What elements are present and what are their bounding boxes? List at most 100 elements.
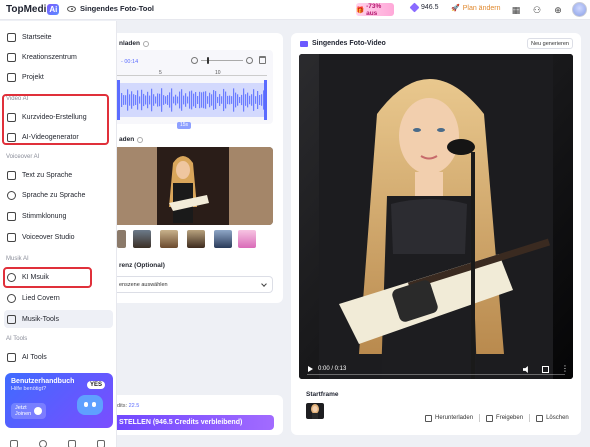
video-camera-icon [300, 40, 308, 47]
join-button[interactable]: Jetzt Joinen [11, 403, 47, 419]
create-section: dits: 22.5 STELLEN (946.5 Credits verble… [117, 395, 283, 435]
change-plan-button[interactable]: 🚀 Plan ändern [451, 4, 500, 13]
highlight-box-video-ai [2, 94, 109, 145]
thumbnail[interactable] [238, 230, 256, 248]
sample-thumbnails [117, 230, 273, 248]
sidebar-item-music-tools[interactable]: Musik-Tools [4, 310, 113, 328]
globe-icon[interactable]: ⊕ [551, 3, 565, 17]
sidebar-item-voiceover-studio[interactable]: Voiceover Studio [4, 228, 113, 246]
ruler-tick: 10 [215, 70, 221, 76]
video-progress-bar[interactable] [307, 374, 565, 375]
audio-waveform[interactable] [117, 80, 267, 120]
sidebar: Startseite Kreationszentrum Projekt Vide… [0, 21, 117, 447]
logo[interactable]: TopMedi Ai [6, 4, 60, 15]
sidebar-item-creation-center[interactable]: Kreationszentrum [4, 48, 113, 66]
help-icon[interactable] [137, 136, 144, 143]
voice-clone-icon [7, 211, 16, 221]
thumbnail[interactable] [214, 230, 232, 248]
user-guide-card[interactable]: Benutzerhandbuch Hilfe benötigt? Jetzt J… [5, 373, 113, 428]
share-icon [486, 414, 494, 422]
rocket-icon: 🚀 [451, 5, 460, 12]
more-options-icon[interactable]: ⋮ [561, 364, 569, 373]
waveform-bar [257, 91, 259, 109]
waveform-bar [125, 95, 127, 105]
credits-cost-label: dits: [117, 403, 129, 409]
thumbnail[interactable] [160, 230, 178, 248]
zoom-control[interactable] [191, 57, 253, 64]
waveform-bar [145, 95, 147, 105]
sidebar-item-home[interactable]: Startseite [4, 28, 113, 46]
waveform-bar [209, 92, 211, 108]
thumbnail[interactable] [133, 230, 151, 248]
delete-audio-icon[interactable] [259, 56, 266, 64]
waveform-bar [175, 94, 177, 106]
download-button[interactable]: Herunterladen [425, 414, 473, 422]
play-icon[interactable] [308, 366, 313, 372]
waveform-bar [127, 89, 129, 111]
highlight-box-ai-music [3, 267, 92, 288]
waveform-bar [249, 95, 251, 105]
tool-title: Singendes Foto-Tool [67, 4, 154, 13]
section-label-voiceover-ai: Voiceover AI [6, 154, 40, 160]
waveform-bar [261, 94, 263, 106]
promo-badge[interactable]: 🎁 -73% aus [356, 2, 394, 17]
credits-display[interactable]: 946.5 [409, 2, 439, 13]
waveform-bar [201, 92, 203, 108]
thumbnail[interactable] [187, 230, 205, 248]
waveform-bar [219, 94, 221, 106]
help-icon[interactable] [142, 40, 149, 47]
sidebar-item-ai-tools[interactable]: AI Tools [4, 348, 113, 366]
speech-to-speech-icon [7, 190, 16, 200]
waveform-bar [233, 88, 235, 112]
avatar[interactable] [572, 2, 587, 17]
home-icon [7, 32, 16, 42]
waveform-bar [191, 90, 193, 110]
gift-box-icon[interactable] [68, 440, 76, 447]
tool-title-text: Singendes Foto-Tool [80, 4, 155, 13]
gift-icon: 🎁 [356, 6, 365, 14]
sidebar-item-text-to-speech[interactable]: Text zu Sprache [4, 166, 113, 184]
sidebar-item-speech-to-speech[interactable]: Sprache zu Sprache [4, 186, 113, 204]
thumbnail[interactable] [117, 230, 126, 248]
waveform-bar [227, 95, 229, 105]
regenerate-button[interactable]: Neu generieren [527, 38, 573, 49]
video-frame [299, 54, 573, 379]
network-icon[interactable]: ⚇ [530, 3, 544, 17]
reference-scene-select[interactable]: enszene auswählen [117, 276, 273, 293]
waveform-bar [197, 96, 199, 104]
calendar-icon[interactable]: ▦ [509, 3, 523, 17]
waveform-bar [259, 95, 261, 105]
share-button[interactable]: Freigeben [486, 414, 523, 422]
waveform-bar [133, 94, 135, 106]
sidebar-item-label: Lied Covern [22, 294, 60, 302]
promo-text: -73% aus [366, 2, 382, 17]
zoom-in-icon[interactable] [246, 57, 253, 64]
sidebar-item-song-cover[interactable]: Lied Covern [4, 289, 113, 307]
fullscreen-icon[interactable] [542, 366, 549, 373]
uploaded-photo[interactable] [117, 147, 273, 225]
help-icon[interactable] [39, 440, 47, 447]
sidebar-item-voice-clone[interactable]: Stimmklonung [4, 207, 113, 225]
zoom-slider[interactable] [201, 57, 243, 64]
delete-button[interactable]: Löschen [536, 414, 569, 422]
credits-value: 946.5 [421, 4, 439, 11]
waveform-bar [237, 94, 239, 106]
waveform-bar [241, 94, 243, 106]
waveform-bar [121, 93, 123, 107]
waveform-bar [203, 91, 205, 109]
zoom-out-icon[interactable] [191, 57, 198, 64]
waveform-bar [131, 91, 133, 109]
waveform-bar [169, 92, 171, 108]
start-frame-thumbnail[interactable] [306, 403, 324, 419]
music-tools-icon [7, 314, 16, 324]
create-button[interactable]: STELLEN (946.5 Credits verbleibend) [117, 415, 274, 430]
video-player[interactable]: 0:00 / 0:13 ⋮ [299, 54, 573, 379]
gift-icon[interactable] [10, 440, 18, 447]
sidebar-item-label: Startseite [22, 33, 52, 41]
discord-icon[interactable] [97, 440, 105, 447]
waveform-bar [135, 95, 137, 105]
sidebar-item-project[interactable]: Projekt [4, 68, 113, 86]
play-icon [34, 407, 43, 415]
volume-icon[interactable] [523, 366, 528, 373]
credits-cost: dits: 22.5 [117, 403, 139, 409]
